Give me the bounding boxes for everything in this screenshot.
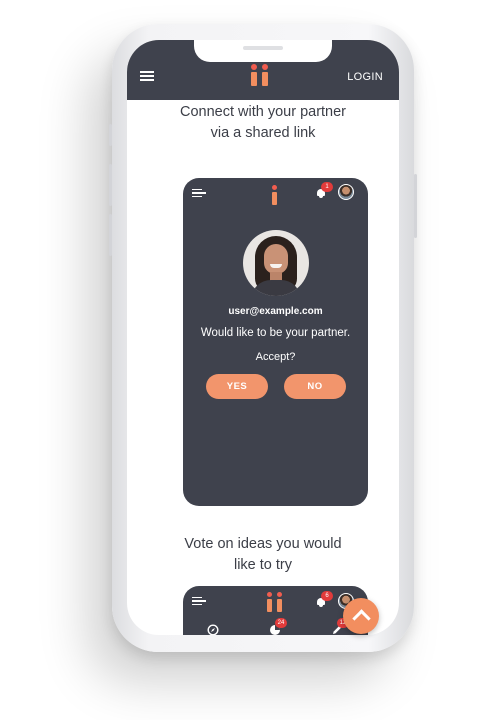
tab-badge: 24 (275, 618, 287, 628)
partner-message: Would like to be your partner. (200, 327, 351, 339)
scroll-to-top-button[interactable] (343, 598, 379, 634)
partner-request-preview: 1 user@example.com Would like to be your… (183, 178, 368, 506)
caption-line: Connect with your partner (179, 104, 347, 120)
accept-question: Accept? (255, 351, 296, 363)
volume-down-button (109, 214, 112, 256)
login-button[interactable]: LOGIN (347, 71, 383, 83)
notification-badge: 6 (321, 591, 333, 601)
chevron-up-icon (352, 609, 371, 628)
vote-ideas-preview: 6 24 12 (183, 586, 368, 635)
app-logo (251, 64, 268, 86)
hamburger-icon (192, 189, 206, 197)
no-button[interactable]: NO (284, 374, 346, 399)
power-button (414, 174, 417, 238)
app-logo (272, 185, 278, 207)
mute-switch (109, 124, 112, 146)
hamburger-icon[interactable] (140, 71, 154, 81)
section-caption: Connect with your partner via a shared l… (127, 102, 399, 144)
section-caption: Vote on ideas you would like to try (127, 534, 399, 576)
hamburger-icon (192, 597, 206, 605)
user-avatar (338, 184, 354, 200)
notification-badge: 1 (321, 182, 333, 192)
caption-line: Vote on ideas you would (184, 536, 342, 552)
notch (194, 40, 332, 62)
caption-line: via a shared link (210, 125, 316, 141)
yes-button[interactable]: YES (206, 374, 268, 399)
volume-up-button (109, 164, 112, 206)
phone-frame: LOGIN Connect with your partner via a sh… (109, 24, 417, 652)
partner-email: user@example.com (228, 306, 323, 317)
phone-screen: LOGIN Connect with your partner via a sh… (127, 40, 399, 635)
caption-line: like to try (233, 557, 292, 573)
app-logo (267, 592, 283, 614)
partner-avatar (243, 230, 309, 296)
compass-icon (207, 624, 219, 635)
